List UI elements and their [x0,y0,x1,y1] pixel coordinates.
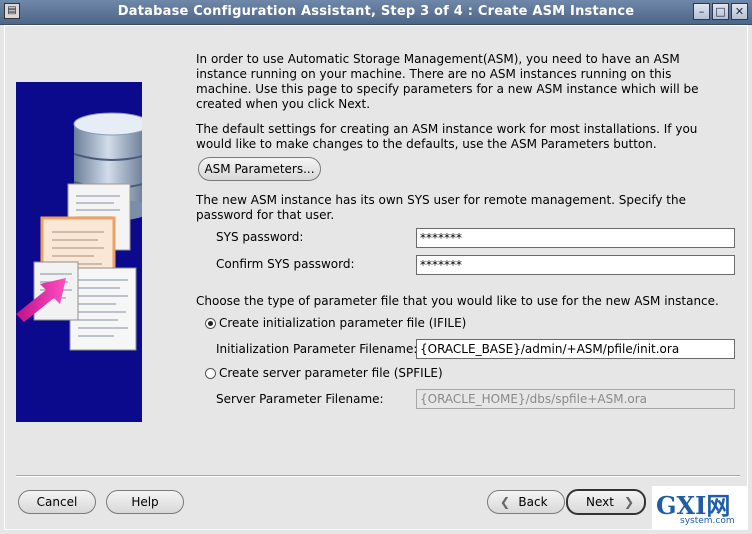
dbca-window: ▤ Database Configuration Assistant, Step… [0,0,752,534]
minimize-icon: – [698,5,705,18]
next-button-label: Next [586,495,614,509]
sys-password-field[interactable]: ******* [416,228,735,248]
asm-parameters-button[interactable]: ASM Parameters... [198,157,321,181]
chevron-right-icon: ❯ [623,495,634,509]
spfile-radio[interactable] [205,368,216,379]
chevron-left-icon: ❮ [500,495,511,509]
cancel-button[interactable]: Cancel [18,490,96,514]
wizard-illustration [16,82,142,422]
back-button[interactable]: ❮ Back [487,490,565,514]
ifile-filename-field[interactable]: {ORACLE_BASE}/admin/+ASM/pfile/init.ora [416,339,735,359]
close-icon: ✕ [734,5,745,18]
window-title: Database Configuration Assistant, Step 3… [117,4,635,19]
spfile-filename-field: {ORACLE_HOME}/dbs/spfile+ASM.ora [416,389,735,409]
ifile-radio[interactable] [205,318,216,329]
confirm-password-label: Confirm SYS password: [216,257,355,271]
watermark-subtext: system.com [680,516,735,526]
help-button[interactable]: Help [106,490,184,514]
defaults-text: The default settings for creating an ASM… [196,122,698,151]
footer-separator [16,475,740,477]
sys-password-label: SYS password: [216,230,304,244]
title-bar[interactable]: ▤ Database Configuration Assistant, Step… [0,0,752,25]
spfile-filename-label: Server Parameter Filename: [216,392,384,406]
next-button[interactable]: Next ❯ [566,489,646,515]
intro-text: In order to use Automatic Storage Manage… [196,52,699,111]
maximize-button[interactable]: □ [712,3,729,20]
back-button-label: Back [518,495,548,509]
watermark: GXI网 system.com [652,486,748,530]
spfile-option-label[interactable]: Create server parameter file (SPFILE) [219,366,443,380]
confirm-password-field[interactable]: ******* [416,255,735,275]
maximize-icon: □ [715,5,726,18]
ifile-filename-label: Initialization Parameter Filename: [216,342,418,356]
database-documents-illustration-icon [16,112,142,351]
close-button[interactable]: ✕ [731,3,748,20]
param-file-text: Choose the type of parameter file that y… [196,294,719,308]
minimize-button[interactable]: – [693,3,710,20]
sys-user-text: The new ASM instance has its own SYS use… [196,193,686,222]
ifile-option-label[interactable]: Create initialization parameter file (IF… [219,316,466,330]
